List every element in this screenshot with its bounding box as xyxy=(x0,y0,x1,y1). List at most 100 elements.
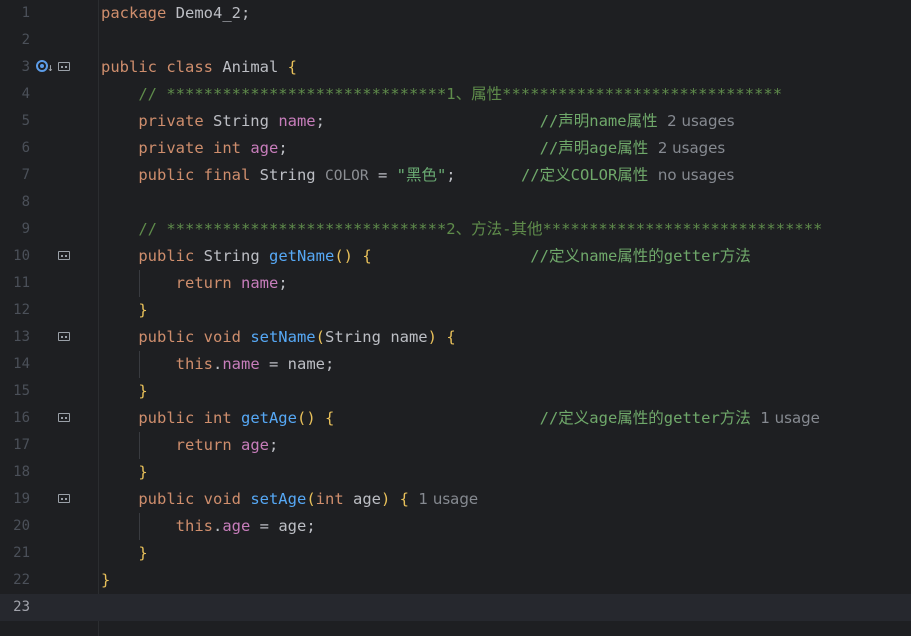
code-token: String xyxy=(259,166,325,184)
line-number[interactable]: 6 xyxy=(0,135,30,162)
code-editor[interactable]: 1 package Demo4_2; 2 3 ↓ public class Animal … xyxy=(0,0,911,636)
code-token: Demo4_2; xyxy=(175,4,251,22)
fold-toggle-icon[interactable] xyxy=(58,494,70,503)
usage-hint[interactable]: 2 usages xyxy=(658,112,734,130)
code-token: ( xyxy=(306,490,316,508)
line-number[interactable]: 14 xyxy=(0,351,30,378)
code-token: age xyxy=(250,139,279,157)
code-token: // ******************************2、方法-其他… xyxy=(101,220,823,238)
code-line-5[interactable]: 5 private String name; //声明name属性 2 usag… xyxy=(0,108,911,135)
code-text[interactable]: // ******************************1、属性***… xyxy=(101,81,782,108)
code-line-16[interactable]: 16 public int getAge() { //定义age属性的gette… xyxy=(0,405,911,432)
code-line-9[interactable]: 9 // ******************************2、方法-… xyxy=(0,216,911,243)
code-line-21[interactable]: 21 } xyxy=(0,540,911,567)
code-token: String xyxy=(203,247,269,265)
line-number[interactable]: 19 xyxy=(0,486,30,513)
code-token: age xyxy=(352,490,381,508)
line-number[interactable]: 5 xyxy=(0,108,30,135)
code-token: private int xyxy=(101,139,251,157)
line-number[interactable]: 21 xyxy=(0,540,30,567)
line-number[interactable]: 10 xyxy=(0,243,30,270)
code-line-18[interactable]: 18 } xyxy=(0,459,911,486)
code-text[interactable]: } xyxy=(101,567,110,594)
code-text[interactable]: this.age = age; xyxy=(101,513,316,540)
code-line-6[interactable]: 6 private int age; //声明age属性 2 usages xyxy=(0,135,911,162)
code-token: ; xyxy=(268,436,279,454)
code-token: . xyxy=(212,355,223,373)
code-line-12[interactable]: 12 } xyxy=(0,297,911,324)
fold-toggle-icon[interactable] xyxy=(58,413,70,422)
line-number[interactable]: 17 xyxy=(0,432,30,459)
code-text[interactable]: package Demo4_2; xyxy=(101,0,250,27)
code-text[interactable]: public final String COLOR = "黑色"; //定义CO… xyxy=(101,162,734,190)
code-line-22[interactable]: 22} xyxy=(0,567,911,594)
line-number[interactable]: 13 xyxy=(0,324,30,351)
usage-hint[interactable]: 1 usage xyxy=(409,490,479,508)
code-line-17[interactable]: 17 return age; xyxy=(0,432,911,459)
code-text[interactable]: // ******************************2、方法-其他… xyxy=(101,216,822,243)
code-text[interactable]: public void setAge(int age) { 1 usage xyxy=(101,486,478,513)
code-line-19[interactable]: 19 public void setAge(int age) { 1 usage xyxy=(0,486,911,513)
code-line-8[interactable]: 8 xyxy=(0,189,911,216)
line-number[interactable]: 20 xyxy=(0,513,30,540)
code-line-7[interactable]: 7 public final String COLOR = "黑色"; //定义… xyxy=(0,162,911,189)
line-number[interactable]: 8 xyxy=(0,189,30,216)
line-number[interactable]: 1 xyxy=(0,0,30,27)
usage-hint[interactable]: 2 usages xyxy=(648,139,725,157)
code-line-10[interactable]: 10 public String getName() { //定义name属性的… xyxy=(0,243,911,270)
line-number[interactable]: 15 xyxy=(0,378,30,405)
code-line-15[interactable]: 15 } xyxy=(0,378,911,405)
line-number[interactable]: 3 xyxy=(0,54,30,81)
code-line-14[interactable]: 14 this.name = name; xyxy=(0,351,911,378)
code-line-23[interactable]: 23 xyxy=(0,594,911,621)
code-token: { xyxy=(324,409,335,427)
code-line-20[interactable]: 20 this.age = age; xyxy=(0,513,911,540)
code-token: { xyxy=(399,490,409,508)
code-line-13[interactable]: 13 public void setName(String name) { xyxy=(0,324,911,351)
code-text[interactable]: public void setName(String name) { xyxy=(101,324,455,351)
usage-hint[interactable]: no usages xyxy=(648,166,735,184)
code-token: () xyxy=(334,247,363,265)
fold-toggle-icon[interactable] xyxy=(58,332,70,341)
line-number[interactable]: 22 xyxy=(0,567,30,594)
line-number[interactable]: 16 xyxy=(0,405,30,432)
code-token: name xyxy=(278,112,316,130)
code-line-1[interactable]: 1 package Demo4_2; xyxy=(0,0,911,27)
code-text[interactable]: } xyxy=(101,297,147,324)
fold-toggle-icon[interactable] xyxy=(58,251,70,260)
code-text[interactable]: } xyxy=(101,378,147,405)
arrow-down-icon: ↓ xyxy=(47,61,54,74)
code-line-2[interactable]: 2 xyxy=(0,27,911,54)
code-token: ; xyxy=(446,166,521,184)
line-number[interactable]: 12 xyxy=(0,297,30,324)
line-number[interactable]: 2 xyxy=(0,27,30,54)
code-token: } xyxy=(101,571,111,589)
code-text[interactable]: public class Animal { xyxy=(101,54,297,81)
code-line-3[interactable]: 3 ↓ public class Animal { xyxy=(0,54,911,81)
code-text[interactable]: this.name = name; xyxy=(101,351,335,378)
indent-guide xyxy=(139,270,140,297)
code-text[interactable]: } xyxy=(101,540,147,567)
code-text[interactable]: return name; xyxy=(101,270,288,297)
fold-toggle-icon[interactable] xyxy=(58,62,70,71)
code-text[interactable]: return age; xyxy=(101,432,279,459)
code-text[interactable]: } xyxy=(101,459,147,486)
code-text[interactable]: private String name; //声明name属性 2 usages xyxy=(101,108,734,135)
line-number[interactable]: 11 xyxy=(0,270,30,297)
usage-hint[interactable]: 1 usage xyxy=(751,409,820,427)
code-text[interactable]: public int getAge() { //定义age属性的getter方法… xyxy=(101,405,820,432)
code-text[interactable]: public String getName() { //定义name属性的get… xyxy=(101,243,750,270)
code-line-11[interactable]: 11 return name; xyxy=(0,270,911,297)
line-number[interactable]: 23 xyxy=(0,594,30,621)
line-number[interactable]: 4 xyxy=(0,81,30,108)
code-token: public final xyxy=(101,166,260,184)
code-token: ; xyxy=(278,139,540,157)
code-line-4[interactable]: 4 // ******************************1、属性*… xyxy=(0,81,911,108)
line-number[interactable]: 18 xyxy=(0,459,30,486)
code-token: name xyxy=(222,355,260,373)
code-token: ( xyxy=(315,328,325,346)
code-text[interactable]: private int age; //声明age属性 2 usages xyxy=(101,135,725,162)
line-number[interactable]: 9 xyxy=(0,216,30,243)
line-number[interactable]: 7 xyxy=(0,162,30,189)
